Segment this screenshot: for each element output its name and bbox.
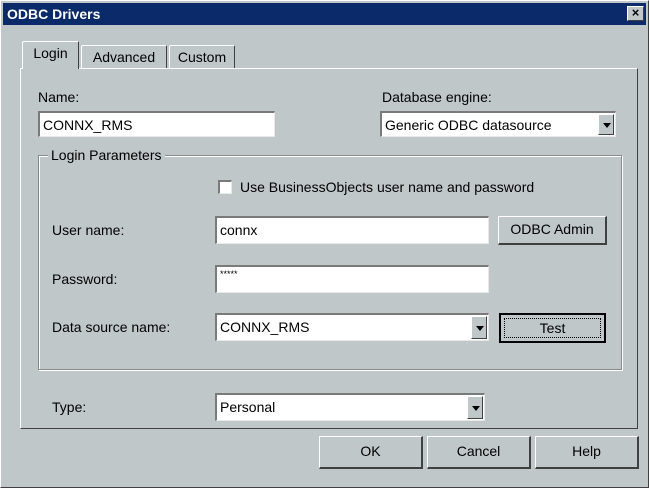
chevron-down-icon[interactable] bbox=[471, 316, 487, 339]
tab-advanced-label: Advanced bbox=[92, 49, 156, 65]
username-field[interactable]: connx bbox=[215, 216, 489, 244]
help-button-label: Help bbox=[572, 443, 601, 459]
tab-custom-label: Custom bbox=[177, 49, 227, 65]
password-field[interactable]: ***** bbox=[215, 265, 489, 293]
dsn-value: CONNX_RMS bbox=[220, 319, 310, 335]
cancel-button[interactable]: Cancel bbox=[427, 436, 531, 469]
ok-button[interactable]: OK bbox=[319, 436, 423, 469]
database-engine-label: Database engine: bbox=[382, 89, 492, 105]
database-engine-select[interactable]: Generic ODBC datasource bbox=[380, 111, 616, 137]
title-bar[interactable]: ODBC Drivers × bbox=[3, 3, 646, 25]
tab-custom[interactable]: Custom bbox=[169, 45, 235, 69]
close-button[interactable]: × bbox=[627, 6, 644, 21]
use-bo-credentials-checkbox[interactable] bbox=[218, 180, 232, 194]
help-button[interactable]: Help bbox=[535, 436, 639, 469]
type-value: Personal bbox=[220, 399, 276, 415]
use-bo-credentials-label: Use BusinessObjects user name and passwo… bbox=[240, 179, 535, 195]
odbc-drivers-dialog: ODBC Drivers × Login Advanced Custom Nam… bbox=[0, 0, 649, 488]
close-icon: × bbox=[631, 5, 640, 20]
chevron-down-icon[interactable] bbox=[598, 114, 614, 135]
tab-advanced[interactable]: Advanced bbox=[81, 45, 167, 69]
username-label: User name: bbox=[52, 222, 125, 238]
cancel-button-label: Cancel bbox=[456, 443, 501, 459]
focus-rect bbox=[504, 318, 601, 338]
password-label: Password: bbox=[52, 271, 118, 287]
test-button[interactable]: Test bbox=[499, 313, 606, 343]
odbc-admin-button[interactable]: ODBC Admin bbox=[498, 216, 607, 245]
dsn-label: Data source name: bbox=[52, 319, 171, 335]
database-engine-value: Generic ODBC datasource bbox=[385, 117, 552, 133]
login-parameters-label: Login Parameters bbox=[48, 147, 165, 163]
name-label: Name: bbox=[38, 89, 80, 105]
ok-button-label: OK bbox=[360, 443, 381, 459]
chevron-down-icon[interactable] bbox=[467, 396, 483, 419]
tab-login[interactable]: Login bbox=[22, 41, 79, 69]
type-label: Type: bbox=[52, 399, 87, 415]
window-title: ODBC Drivers bbox=[7, 6, 101, 22]
type-select[interactable]: Personal bbox=[215, 393, 485, 421]
dsn-select[interactable]: CONNX_RMS bbox=[215, 313, 489, 341]
tab-login-label: Login bbox=[33, 45, 68, 61]
odbc-admin-button-label: ODBC Admin bbox=[510, 221, 594, 237]
name-field[interactable]: CONNX_RMS bbox=[38, 111, 275, 137]
